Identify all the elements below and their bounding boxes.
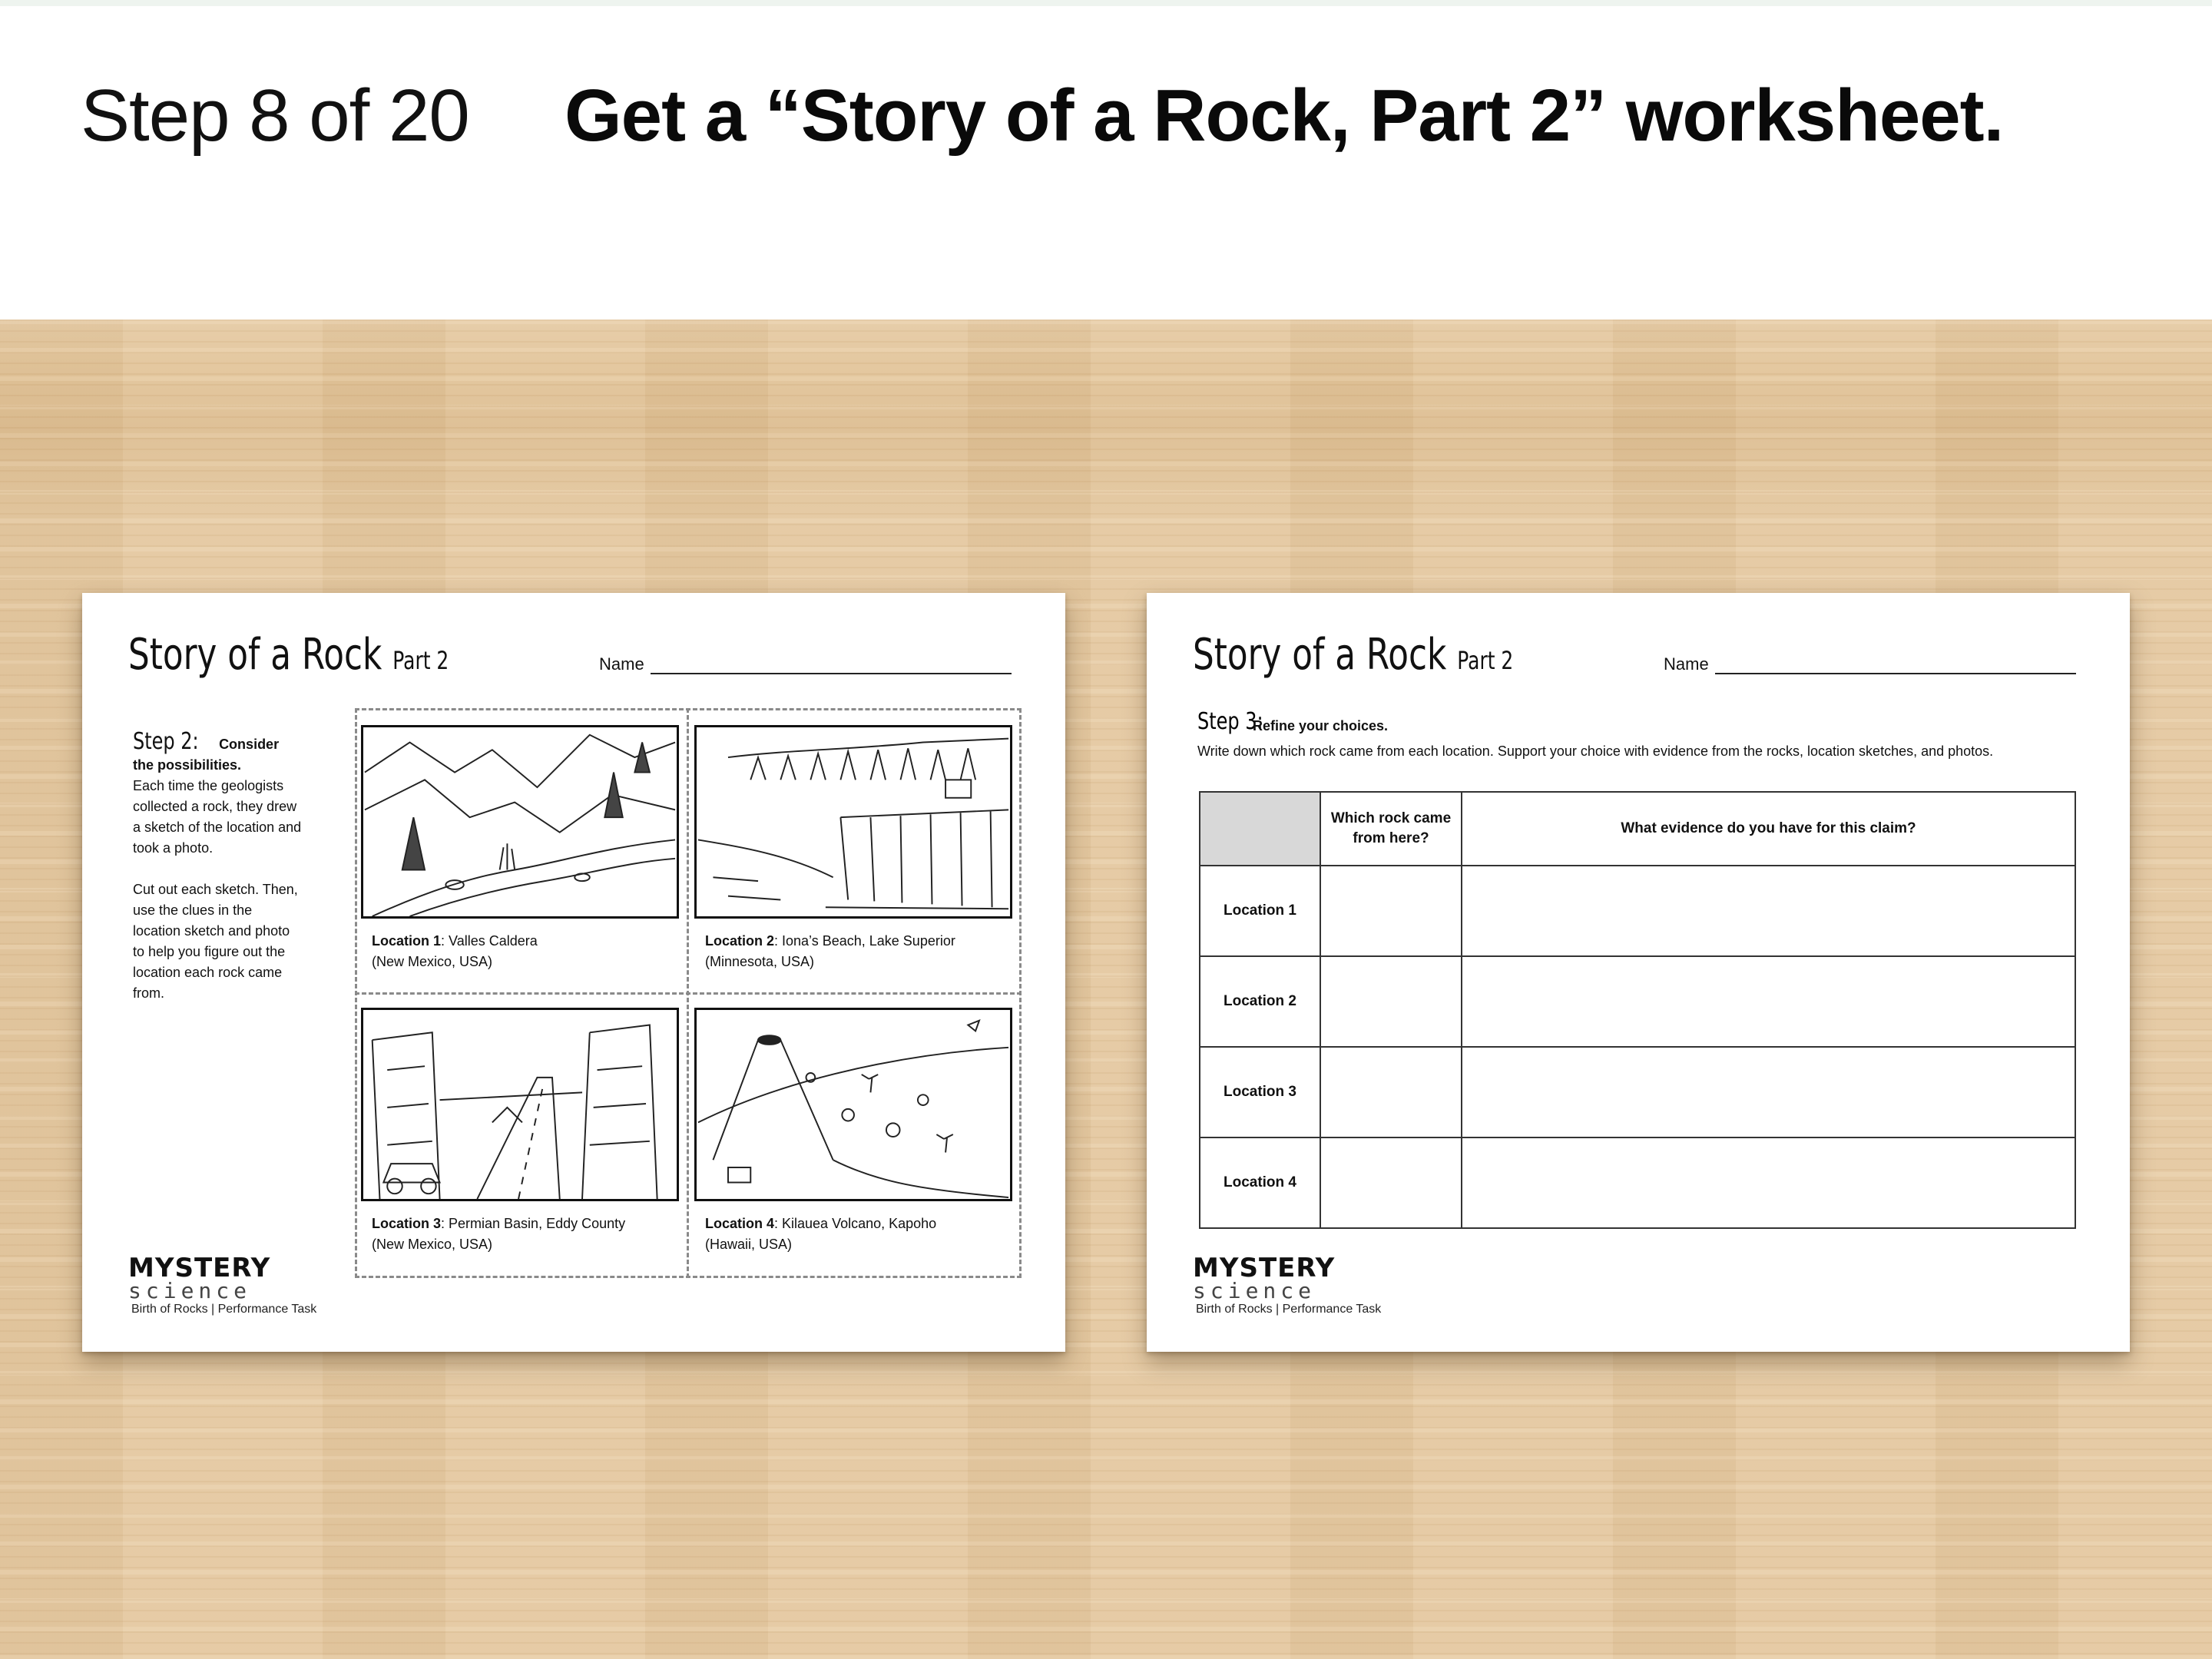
- worksheet-part2-claims: Story of a Rock Part 2 Name Step 3: Refi…: [1147, 593, 2130, 1352]
- table-row: Location 2: [1199, 955, 2076, 1048]
- claims-table: Which rock came from here? What evidence…: [1199, 791, 2076, 1229]
- location-1-sketch: [361, 725, 679, 919]
- rock-answer-cell: [1320, 955, 1462, 1048]
- location-3-name: : Permian Basin, Eddy County: [441, 1216, 626, 1231]
- row-header: Location 3: [1199, 1046, 1321, 1138]
- worksheet-title: Story of a Rock Part 2: [1193, 630, 1513, 680]
- worksheet-title-part: Part 2: [392, 646, 449, 675]
- worksheet-part2-sketches: Story of a Rock Part 2 Name Step 2: Cons…: [82, 593, 1065, 1352]
- row-header: Location 1: [1199, 865, 1321, 957]
- table-row: Location 1: [1199, 865, 2076, 957]
- location-1-name: : Valles Caldera: [441, 933, 538, 949]
- location-2-label: Location 2: [705, 933, 775, 949]
- location-3-sketch: [361, 1008, 679, 1201]
- mystery-science-logo: MYSTERY science: [128, 1253, 271, 1303]
- evidence-answer-cell: [1461, 1137, 2076, 1229]
- location-3-region: (New Mexico, USA): [372, 1237, 493, 1252]
- row-header: Location 4: [1199, 1137, 1321, 1229]
- step-header: Step 8 of 20 Get a “Story of a Rock, Par…: [0, 6, 2212, 320]
- evidence-answer-cell: [1461, 955, 2076, 1048]
- instructions: Step 2: Consider the possibilities. Each…: [133, 728, 302, 1025]
- name-line: [1715, 673, 2076, 674]
- step-title: Get a “Story of a Rock, Part 2” workshee…: [565, 75, 2004, 157]
- location-4-label: Location 4: [705, 1216, 775, 1231]
- column-header-evidence: What evidence do you have for this claim…: [1461, 791, 2076, 866]
- table-row: Location 4: [1199, 1137, 2076, 1229]
- mystery-science-logo: MYSTERY science: [1193, 1253, 1336, 1303]
- table-corner-cell: [1199, 791, 1321, 866]
- name-label: Name: [1664, 654, 1709, 674]
- rock-answer-cell: [1320, 1137, 1462, 1229]
- name-label: Name: [599, 654, 644, 674]
- location-1-label: Location 1: [372, 933, 442, 949]
- worksheet-footer: Birth of Rocks | Performance Task: [131, 1303, 317, 1316]
- row-header: Location 2: [1199, 955, 1321, 1048]
- location-1-region: (New Mexico, USA): [372, 954, 493, 969]
- name-line: [651, 673, 1012, 674]
- location-4-region: (Hawaii, USA): [705, 1237, 793, 1252]
- instructions-paragraph-2: Cut out each sketch. Then, use the clues…: [133, 882, 298, 1001]
- location-3-caption: Location 3: Permian Basin, Eddy County (…: [372, 1214, 687, 1255]
- cut-line-horizontal: [355, 992, 1022, 995]
- step3-subheading: Refine your choices.: [1253, 718, 1389, 733]
- evidence-answer-cell: [1461, 1046, 2076, 1138]
- rock-answer-cell: [1320, 1046, 1462, 1138]
- top-accent-bar: [0, 0, 2212, 6]
- table-header-row: Which rock came from here? What evidence…: [1199, 791, 2076, 866]
- location-3-label: Location 3: [372, 1216, 442, 1231]
- logo-bottom: science: [1193, 1278, 1316, 1303]
- rock-answer-cell: [1320, 865, 1462, 957]
- worksheet-title-text: Story of a Rock: [128, 630, 382, 680]
- logo-top: MYSTERY: [1193, 1253, 1336, 1283]
- location-2-name: : Iona’s Beach, Lake Superior: [774, 933, 955, 949]
- location-1-caption: Location 1: Valles Caldera (New Mexico, …: [372, 931, 687, 972]
- location-2-region: (Minnesota, USA): [705, 954, 815, 969]
- step2-heading: Step 2:: [133, 728, 199, 755]
- table-row: Location 3: [1199, 1046, 2076, 1138]
- logo-bottom: science: [128, 1278, 252, 1303]
- column-header-rock: Which rock came from here?: [1320, 791, 1462, 866]
- logo-top: MYSTERY: [128, 1253, 271, 1283]
- location-2-caption: Location 2: Iona’s Beach, Lake Superior …: [705, 931, 1020, 972]
- location-4-caption: Location 4: Kilauea Volcano, Kapoho (Haw…: [705, 1214, 1020, 1255]
- location-4-sketch: [694, 1008, 1012, 1201]
- location-4-name: : Kilauea Volcano, Kapoho: [774, 1216, 937, 1231]
- location-2-sketch: [694, 725, 1012, 919]
- step3-description: Write down which rock came from each loc…: [1197, 743, 1994, 759]
- worksheet-title-part: Part 2: [1457, 646, 1514, 675]
- instructions-paragraph-1: Each time the geologists collected a roc…: [133, 778, 302, 856]
- worksheet-title: Story of a Rock Part 2: [128, 630, 449, 680]
- step-counter: Step 8 of 20: [81, 75, 470, 157]
- evidence-answer-cell: [1461, 865, 2076, 957]
- worksheet-footer: Birth of Rocks | Performance Task: [1196, 1303, 1382, 1316]
- worksheet-title-text: Story of a Rock: [1193, 630, 1447, 680]
